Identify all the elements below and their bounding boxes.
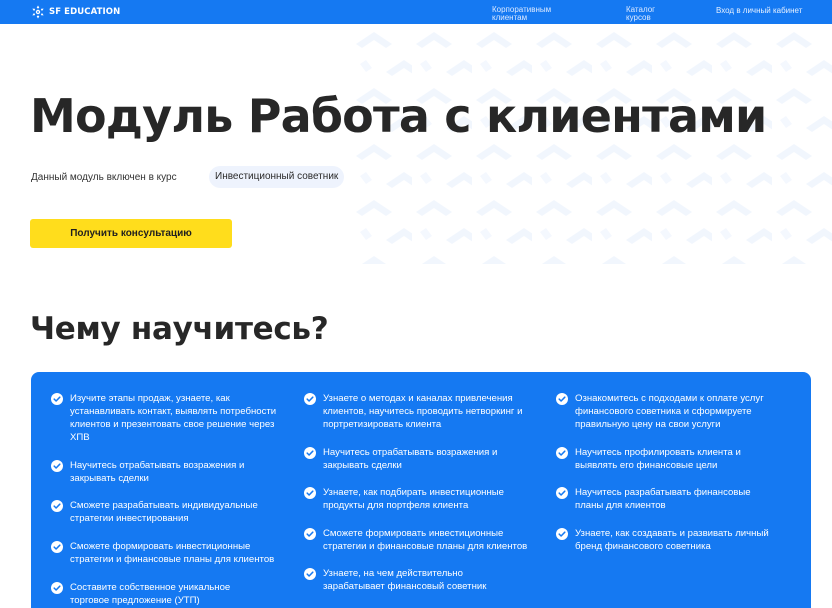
outcome-item: Узнаете, как подбирать инвестиционные пр…: [304, 486, 544, 512]
outcome-item: Сможете формировать инвестиционные страт…: [304, 527, 544, 553]
learn-outcomes-panel: Изучите этапы продаж, узнаете, как устан…: [31, 372, 811, 608]
check-circle-icon: [556, 487, 568, 499]
outcome-item: Научитесь отрабатывать возражения и закр…: [51, 459, 286, 485]
outcome-text: Узнаете, как создавать и развивать личны…: [575, 528, 769, 552]
outcome-text: Сможете формировать инвестиционные страт…: [323, 528, 528, 552]
get-consultation-button[interactable]: Получить консультацию: [30, 219, 232, 248]
sf-education-logo[interactable]: SF EDUCATION: [31, 5, 120, 19]
hero-section: Модуль Работа с клиентами Данный модуль …: [0, 24, 832, 264]
course-link-chip[interactable]: Инвестиционный советник: [209, 166, 345, 188]
check-circle-icon: [304, 393, 316, 405]
outcome-item: Научитесь отрабатывать возражения и закр…: [304, 446, 544, 472]
check-circle-icon: [304, 568, 316, 580]
check-circle-icon: [51, 582, 63, 594]
included-in-course-text: Данный модуль включен в курс: [31, 172, 177, 183]
outcome-text: Узнаете, на чем действительно зарабатыва…: [323, 568, 487, 592]
check-circle-icon: [51, 500, 63, 512]
outcome-text: Ознакомитесь с подходами к оплате услуг …: [575, 393, 764, 430]
check-circle-icon: [51, 393, 63, 405]
check-circle-icon: [556, 528, 568, 540]
nav-link-corporate[interactable]: Корпоративным клиентам: [492, 6, 572, 22]
learn-section-title: Чему научитесь?: [30, 311, 329, 347]
outcome-text: Сможете формировать инвестиционные страт…: [70, 541, 275, 565]
outcome-item: Сможете разрабатывать индивидуальные стр…: [51, 499, 286, 525]
outcome-text: Узнаете, как подбирать инвестиционные пр…: [323, 487, 505, 511]
outcome-item: Ознакомитесь с подходами к оплате услуг …: [556, 392, 796, 431]
outcome-text: Научитесь разрабатывать финансовые планы…: [575, 487, 751, 511]
check-circle-icon: [51, 460, 63, 472]
nav-link-catalog[interactable]: Каталог курсов: [626, 6, 676, 22]
arrow-pattern-decoration: [352, 24, 832, 264]
top-nav-bar: SF EDUCATION Корпоративным клиентам Ката…: [0, 0, 832, 24]
outcome-item: Узнаете о методах и каналах привлечения …: [304, 392, 544, 431]
outcome-item: Изучите этапы продаж, узнаете, как устан…: [51, 392, 286, 444]
page-title: Модуль Работа с клиентами: [30, 89, 767, 143]
outcome-item: Научитесь разрабатывать финансовые планы…: [556, 486, 796, 512]
nav-link-login[interactable]: Вход в личный кабинет: [716, 7, 816, 15]
outcome-item: Узнаете, как создавать и развивать личны…: [556, 527, 796, 553]
outcome-item: Составите собственное уникальное торгово…: [51, 581, 286, 607]
check-circle-icon: [304, 447, 316, 459]
outcome-text: Научитесь отрабатывать возражения и закр…: [70, 460, 245, 484]
check-circle-icon: [556, 393, 568, 405]
check-circle-icon: [51, 541, 63, 553]
outcome-item: Сможете формировать инвестиционные страт…: [51, 540, 286, 566]
check-circle-icon: [304, 528, 316, 540]
outcome-text: Научитесь отрабатывать возражения и закр…: [323, 447, 498, 471]
logo-text: SF EDUCATION: [49, 7, 121, 17]
outcome-item: Научитесь профилировать клиента и выявля…: [556, 446, 796, 472]
sf-snowflake-logo-icon: [32, 5, 44, 19]
outcome-text: Изучите этапы продаж, узнаете, как устан…: [70, 393, 277, 443]
outcome-text: Составите собственное уникальное торгово…: [70, 582, 231, 606]
outcome-item: Узнаете, на чем действительно зарабатыва…: [304, 567, 544, 593]
outcome-text: Сможете разрабатывать индивидуальные стр…: [70, 500, 258, 524]
check-circle-icon: [304, 487, 316, 499]
outcome-text: Узнаете о методах и каналах привлечения …: [323, 393, 523, 430]
outcome-text: Научитесь профилировать клиента и выявля…: [575, 447, 741, 471]
check-circle-icon: [556, 447, 568, 459]
